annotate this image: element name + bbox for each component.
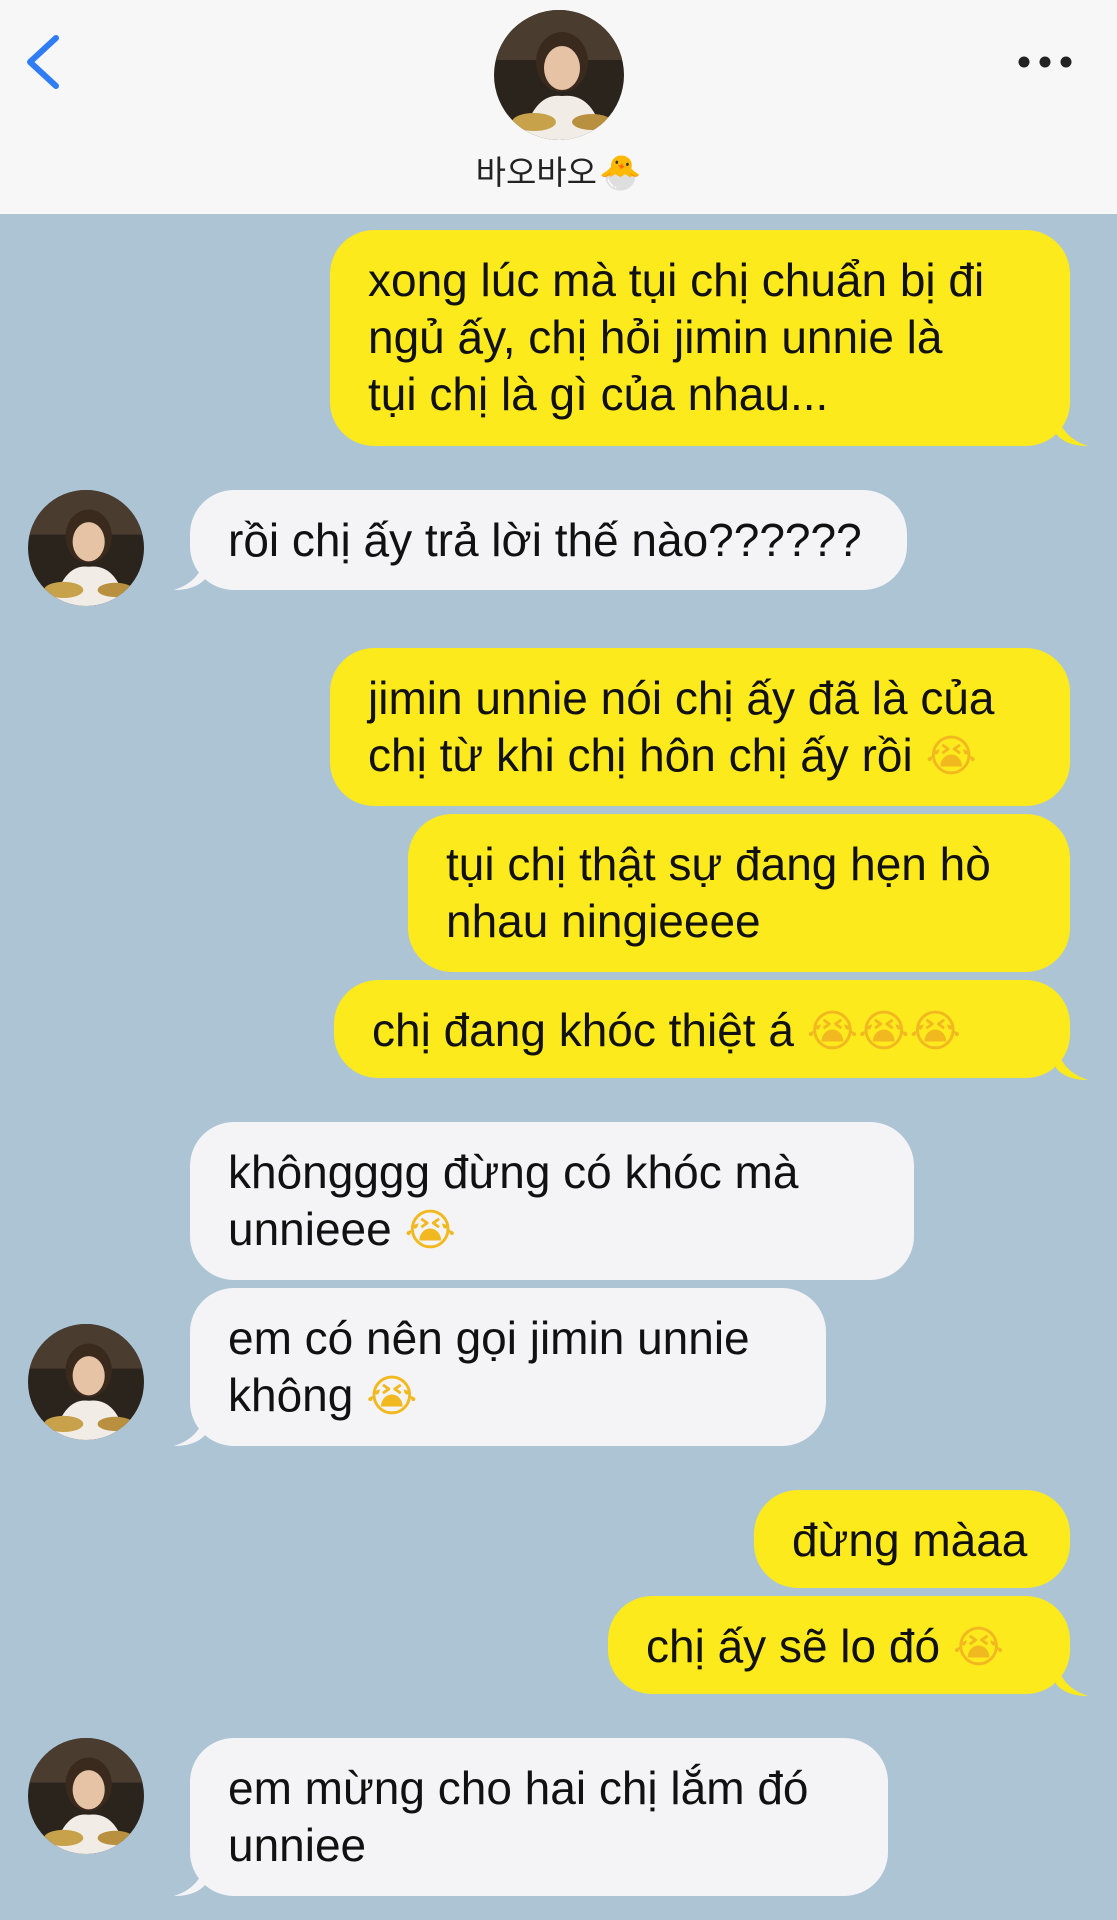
- contact-name-text: 바오바오: [475, 153, 598, 192]
- message-bubble-incoming[interactable]: em có nên gọi jimin unnie không 😭: [190, 1288, 826, 1446]
- message-text: không: [228, 1369, 354, 1421]
- message-text: ngủ ấy, chị hỏi jimin unnie là: [368, 311, 943, 363]
- crying-face-emoji: 😭: [952, 1622, 1005, 1673]
- crying-face-emoji: 😭: [404, 1205, 456, 1256]
- bubble-tail: [1056, 1046, 1088, 1080]
- message-bubble-outgoing[interactable]: jimin unnie nói chị ấy đã là của chị từ …: [330, 648, 1070, 806]
- message-text: em có nên gọi jimin unnie: [228, 1312, 750, 1364]
- message-bubble-outgoing[interactable]: đừng màaa: [754, 1490, 1070, 1588]
- contact-name[interactable]: 바오바오🐣: [0, 146, 1117, 194]
- message-text: nhau ningieeee: [446, 895, 761, 947]
- message-bubble-incoming[interactable]: em mừng cho hai chị lắm đó unniee: [190, 1738, 888, 1896]
- crying-face-emoji: 😭: [925, 731, 977, 782]
- message-text: chị đang khóc thiệt á: [372, 1004, 794, 1056]
- bubble-tail: [1056, 412, 1088, 446]
- message-text: tụi chị là gì của nhau...: [368, 368, 829, 420]
- contact-avatar[interactable]: [494, 10, 624, 140]
- more-options-button[interactable]: [1010, 40, 1080, 84]
- message-bubble-incoming[interactable]: rồi chị ấy trả lời thế nào??????: [190, 490, 907, 590]
- bubble-tail: [174, 1862, 206, 1896]
- more-horizontal-icon: [1018, 56, 1072, 68]
- message-text: chị từ khi chị hôn chị ấy rồi: [368, 729, 913, 781]
- message-bubble-outgoing[interactable]: tụi chị thật sự đang hẹn hò nhau ningiee…: [408, 814, 1070, 972]
- chat-header: 바오바오🐣: [0, 0, 1117, 214]
- chevron-left-icon: [27, 35, 59, 89]
- hatching-chick-emoji: 🐣: [599, 153, 642, 193]
- contact-avatar-small[interactable]: [28, 1738, 144, 1854]
- crying-face-emoji: 😭: [366, 1371, 418, 1422]
- message-text: chị ấy sẽ lo đó: [646, 1620, 941, 1672]
- message-text: unnieee: [228, 1203, 392, 1255]
- message-text: xong lúc mà tụi chị chuẩn bị đi: [368, 254, 985, 306]
- message-text: unniee: [228, 1819, 367, 1871]
- crying-face-emoji: 😭: [806, 1006, 859, 1057]
- message-text: rồi chị ấy trả lời thế nào??????: [228, 514, 862, 566]
- message-bubble-outgoing[interactable]: xong lúc mà tụi chị chuẩn bị đi ngủ ấy, …: [330, 230, 1070, 446]
- message-text: tụi chị thật sự đang hẹn hò: [446, 838, 991, 890]
- message-text: khôngggg đừng có khóc mà: [228, 1146, 799, 1198]
- message-text: jimin unnie nói chị ấy đã là của: [368, 672, 995, 724]
- contact-avatar-small[interactable]: [28, 1324, 144, 1440]
- message-bubble-incoming[interactable]: khôngggg đừng có khóc mà unnieee 😭: [190, 1122, 914, 1280]
- message-bubble-outgoing[interactable]: chị đang khóc thiệt á 😭😭😭: [334, 980, 1070, 1078]
- contact-avatar-small[interactable]: [28, 490, 144, 606]
- message-text: đừng màaa: [792, 1514, 1028, 1566]
- bubble-tail: [1056, 1662, 1088, 1696]
- crying-face-emoji: 😭: [909, 1006, 961, 1057]
- message-text: em mừng cho hai chị lắm đó: [228, 1762, 809, 1814]
- bubble-tail: [174, 556, 206, 590]
- bubble-tail: [174, 1412, 206, 1446]
- crying-face-emoji: 😭: [858, 1006, 910, 1057]
- message-bubble-outgoing[interactable]: chị ấy sẽ lo đó 😭: [608, 1596, 1070, 1694]
- back-button[interactable]: [18, 30, 68, 94]
